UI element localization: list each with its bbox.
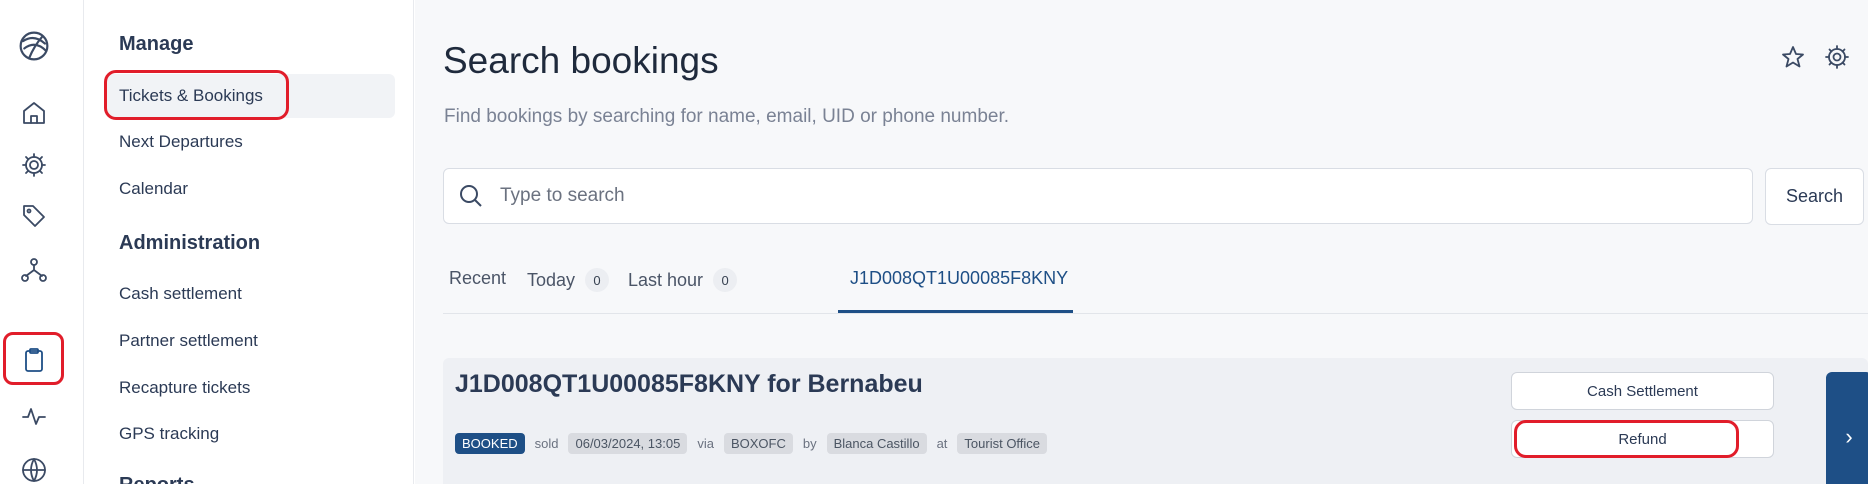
globe-icon[interactable]	[14, 450, 54, 484]
by-label: by	[802, 436, 817, 451]
sold-date: 06/03/2024, 13:05	[568, 433, 688, 454]
results-tabs: Recent Today 0 Last hour 0 J1D008QT1U000…	[443, 258, 1868, 314]
menu-item-gps-tracking[interactable]: GPS tracking	[119, 424, 219, 444]
menu-heading-reports: Reports	[119, 474, 195, 484]
tab-label: J1D008QT1U00085F8KNY	[850, 268, 1069, 288]
tab-label: Recent	[449, 268, 507, 288]
page-title: Search bookings	[443, 40, 719, 81]
star-icon[interactable]	[1780, 44, 1806, 75]
at-label: at	[936, 436, 948, 451]
menu-item-partner-settlement[interactable]: Partner settlement	[119, 331, 258, 351]
tab-recent[interactable]: Recent	[449, 268, 506, 289]
search-icon	[460, 185, 482, 207]
menu-item-next-departures[interactable]: Next Departures	[119, 132, 243, 152]
main-content: Search bookings Find bookings by searchi…	[415, 0, 1868, 484]
menu-heading-administration: Administration	[119, 232, 261, 254]
tag-icon[interactable]	[14, 196, 54, 236]
menu-item-calendar[interactable]: Calendar	[119, 179, 188, 199]
tab-booking-uid[interactable]: J1D008QT1U00085F8KNY	[850, 268, 1068, 289]
by-value: Blanca Castillo	[826, 433, 927, 454]
menu-item-cash-settlement[interactable]: Cash settlement	[119, 284, 242, 304]
menu-item-recapture-tickets[interactable]: Recapture tickets	[119, 378, 250, 398]
via-value: BOXOFC	[723, 433, 793, 454]
highlight-tickets-bookings	[104, 70, 289, 120]
tab-today[interactable]: Today 0	[527, 268, 610, 292]
cash-settlement-button[interactable]: Cash Settlement	[1511, 372, 1774, 410]
icon-rail	[0, 0, 84, 484]
activity-icon[interactable]	[14, 396, 54, 436]
search-input[interactable]	[500, 185, 1700, 207]
network-icon[interactable]	[14, 250, 54, 290]
settings-icon[interactable]	[1824, 44, 1850, 75]
booking-card: J1D008QT1U00085F8KNY for Bernabeu BOOKED…	[443, 358, 1868, 484]
tab-last-hour[interactable]: Last hour 0	[628, 268, 738, 292]
booking-title: J1D008QT1U00085F8KNY for Bernabeu	[455, 370, 923, 398]
sold-label: sold	[534, 436, 559, 451]
globe-logo-icon[interactable]	[14, 26, 54, 66]
active-tab-indicator	[838, 310, 1073, 313]
tab-label: Last hour	[628, 269, 704, 290]
chevron-right-icon: ›	[1845, 424, 1853, 449]
booking-meta: BOOKED sold 06/03/2024, 13:05 via BOXOFC…	[455, 433, 1048, 454]
page-subtitle: Find bookings by searching for name, ema…	[444, 106, 1010, 127]
count-badge: 0	[713, 268, 738, 292]
search-field	[443, 168, 1753, 224]
highlight-clipboard	[3, 332, 64, 385]
highlight-refund	[1514, 420, 1739, 458]
open-booking-button[interactable]: ›	[1826, 372, 1868, 484]
status-badge: BOOKED	[455, 433, 525, 454]
search-button[interactable]: Search	[1765, 168, 1864, 225]
gear-icon[interactable]	[14, 145, 54, 185]
at-value: Tourist Office	[957, 433, 1048, 454]
count-badge: 0	[585, 268, 610, 292]
menu-heading-manage: Manage	[119, 33, 194, 55]
tab-label: Today	[527, 269, 576, 290]
home-icon[interactable]	[14, 93, 54, 133]
section-menu: Manage Tickets & Bookings Next Departure…	[84, 0, 414, 484]
via-label: via	[697, 436, 714, 451]
page-actions	[1780, 44, 1850, 75]
